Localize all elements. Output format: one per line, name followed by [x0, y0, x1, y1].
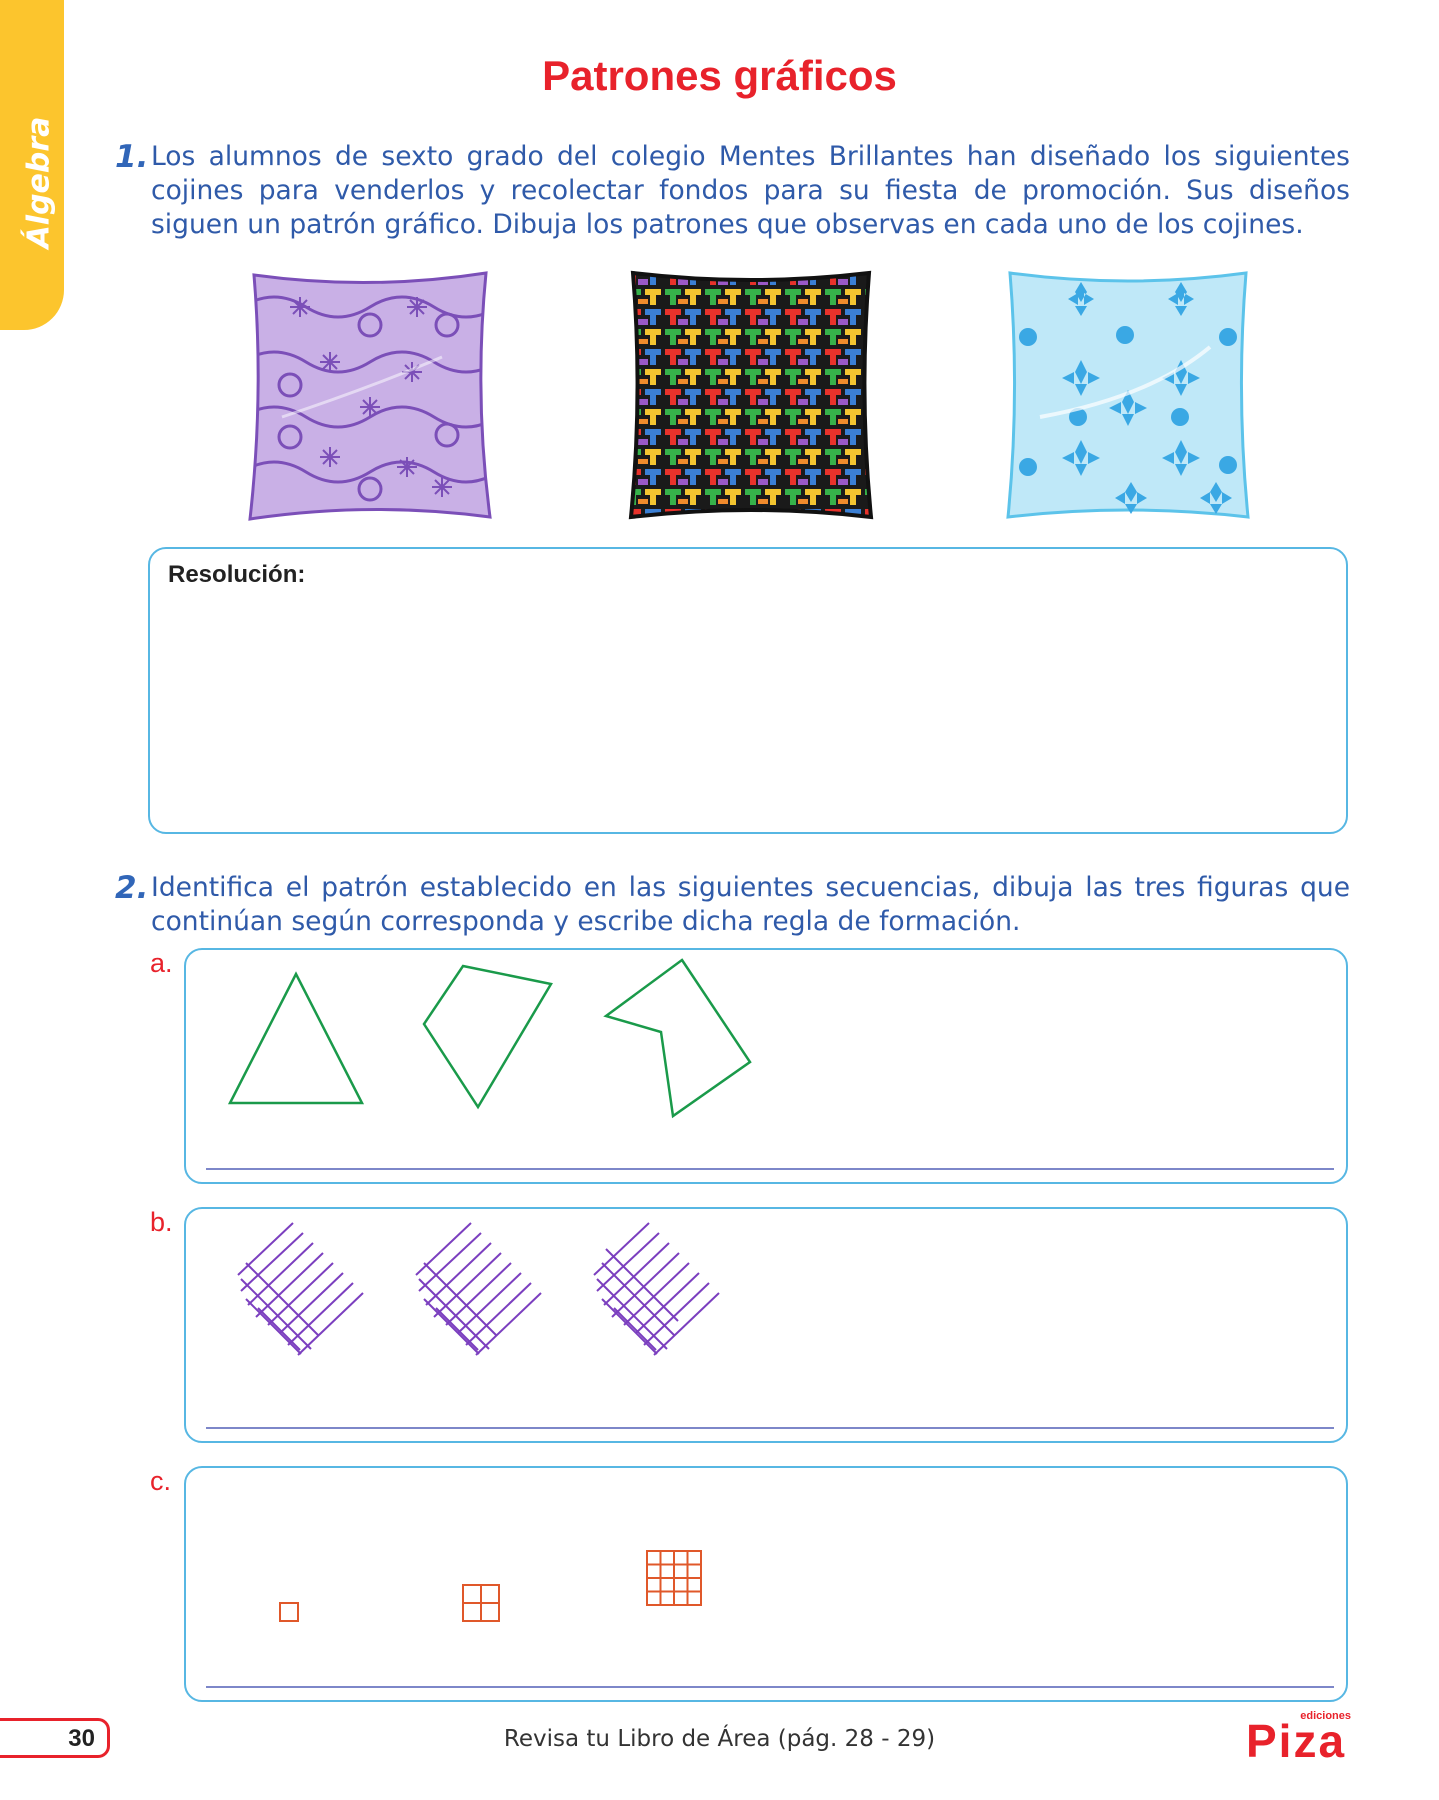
sequence-a-box[interactable]	[184, 948, 1348, 1184]
question-2-text: Identifica el patrón establecido en las …	[151, 872, 1350, 937]
grid-4x4	[646, 1550, 702, 1606]
publisher-logo: ediciones Piza	[1246, 1710, 1351, 1766]
crossed-lines-figure-2	[415, 1222, 542, 1356]
triangle-shape	[227, 971, 365, 1105]
sequence-c-box[interactable]	[184, 1466, 1348, 1702]
sequence-c-letter: c.	[150, 1466, 172, 1496]
sequence-a-letter: a.	[150, 948, 173, 978]
pentagon-shape	[603, 958, 752, 1119]
logo-name: Piza	[1246, 1715, 1347, 1767]
resolution-label: Resolución:	[168, 561, 306, 588]
footer-reference: Revisa tu Libro de Área (pág. 28 - 29)	[503, 1726, 936, 1752]
crossed-lines-figure-3	[593, 1222, 720, 1356]
question-2-number: 2.	[115, 870, 149, 906]
grid-2x2	[462, 1584, 500, 1622]
multicolor-pillow	[628, 270, 874, 520]
question-1-text: Los alumnos de sexto grado del colegio M…	[151, 141, 1350, 240]
sequence-b-figures	[237, 1222, 720, 1356]
crossed-lines-figure-1	[237, 1222, 364, 1356]
question-1-number: 1.	[115, 139, 149, 175]
resolution-box[interactable]: Resolución:	[148, 547, 1348, 834]
purple-pillow	[248, 271, 492, 521]
question-1: 1. Los alumnos de sexto grado del colegi…	[115, 140, 1350, 242]
sequence-a-answer-line[interactable]	[206, 1168, 1334, 1170]
page-title: Patrones gráficos	[542, 52, 897, 99]
sequence-b-answer-line[interactable]	[206, 1427, 1334, 1429]
sequence-b-letter: b.	[150, 1207, 173, 1237]
grid-1x1	[279, 1602, 299, 1622]
question-2: 2. Identifica el patrón establecido en l…	[115, 871, 1350, 939]
light-blue-pillow	[1006, 271, 1250, 519]
sequence-c-figures	[279, 1550, 702, 1622]
section-label: Álgebra	[21, 116, 57, 249]
sequence-c-answer-line[interactable]	[206, 1686, 1334, 1688]
sequence-a-figures	[227, 958, 752, 1119]
sequence-b-box[interactable]	[184, 1207, 1348, 1443]
section-tab: Álgebra	[0, 0, 64, 330]
quadrilateral-shape	[422, 964, 553, 1110]
